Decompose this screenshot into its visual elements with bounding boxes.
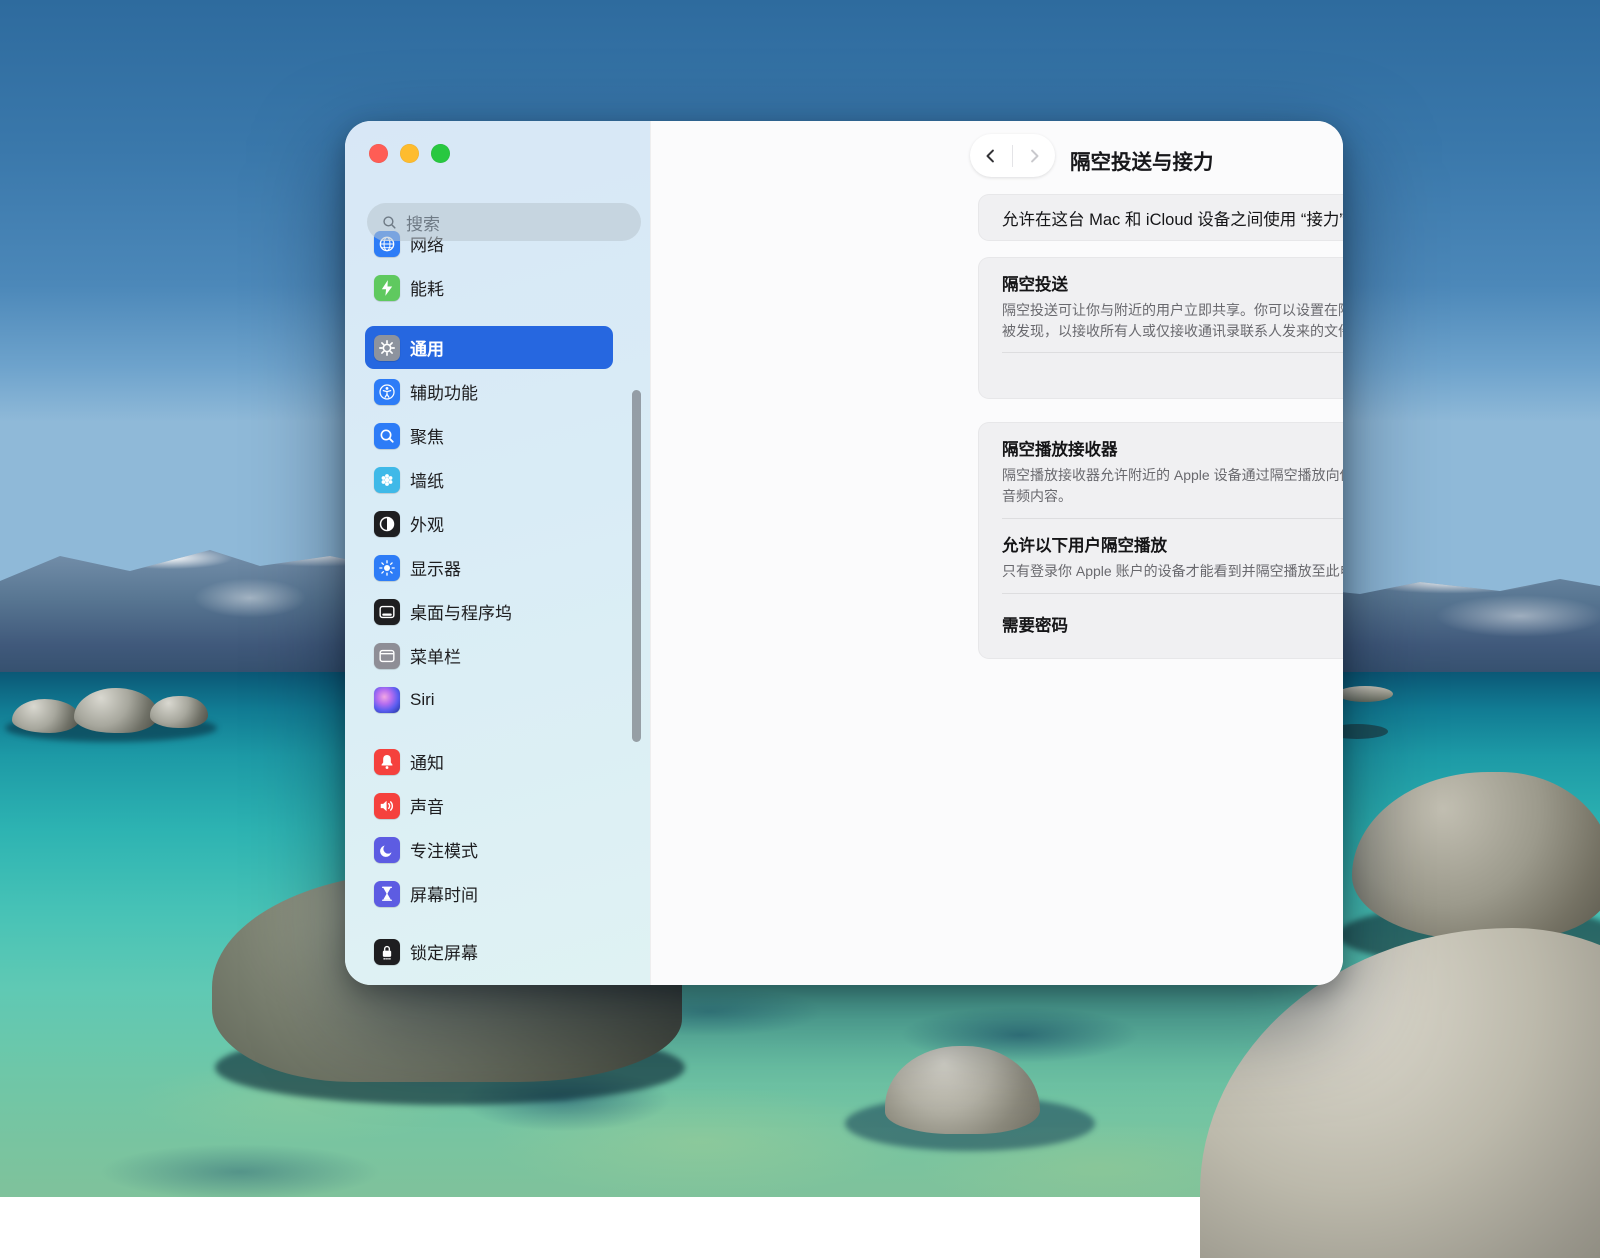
chevron-left-icon: [981, 146, 1001, 166]
airdrop-title: 隔空投送: [1002, 271, 1343, 295]
airplay-allow-description: 只有登录你 Apple 账户的设备才能看到并隔空播放至此电脑。: [1002, 561, 1343, 582]
sidebar-item-label: 通知: [410, 749, 444, 774]
sidebar-item-desktop-dock[interactable]: 桌面与程序坞: [365, 590, 613, 633]
sidebar-item-label: 墙纸: [410, 467, 444, 492]
menubar-icon: [374, 643, 400, 669]
sidebar-item-label: 专注模式: [410, 837, 478, 862]
close-button[interactable]: [369, 144, 388, 163]
rock: [74, 688, 158, 733]
airplay-card: 隔空播放接收器 隔空播放接收器允许附近的 Apple 设备通过隔空播放向你的 M…: [978, 422, 1343, 659]
password-title: 需要密码: [1002, 617, 1068, 635]
sidebar-item-menubar[interactable]: 菜单栏: [365, 634, 613, 677]
sidebar-item-spotlight[interactable]: 聚焦: [365, 414, 613, 457]
sidebar-item-label: 聚焦: [410, 423, 444, 448]
sidebar-item-general[interactable]: 通用: [365, 326, 613, 369]
gear-icon: [374, 335, 400, 361]
sidebar-item-focus[interactable]: 专注模式: [365, 828, 613, 871]
sidebar-item-label: 屏幕时间: [410, 881, 478, 906]
speaker-icon: [374, 793, 400, 819]
sidebar-item-accessibility[interactable]: 辅助功能: [365, 370, 613, 413]
sidebar-item-notifications[interactable]: 通知: [365, 740, 613, 783]
moon-icon: [374, 837, 400, 863]
system-settings-window: 网络能耗通用辅助功能聚焦墙纸外观显示器桌面与程序坞菜单栏Siri通知声音专注模式…: [345, 121, 1343, 985]
bell-icon: [374, 749, 400, 775]
bolt-icon: [374, 275, 400, 301]
main-content: 隔空投送与接力 允许在这台 Mac 和 iCloud 设备之间使用 “接力” 隔…: [650, 121, 1343, 985]
back-button[interactable]: [970, 134, 1012, 177]
airplay-allow-title: 允许以下用户隔空播放: [1002, 532, 1343, 556]
airplay-allow-row: 允许以下用户隔空播放 只有登录你 Apple 账户的设备才能看到并隔空播放至此电…: [979, 519, 1343, 593]
sidebar-item-appearance[interactable]: 外观: [365, 502, 613, 545]
sidebar-item-label: 锁定屏幕: [410, 939, 478, 964]
sidebar-scrollbar[interactable]: [632, 390, 641, 742]
sidebar-item-battery[interactable]: 能耗: [365, 266, 613, 309]
chevron-right-icon: [1024, 146, 1044, 166]
spotlight-icon: [374, 423, 400, 449]
sidebar-item-label: 外观: [410, 511, 444, 536]
sidebar-item-siri[interactable]: Siri: [365, 678, 613, 721]
sidebar-item-label: 菜单栏: [410, 643, 461, 668]
sidebar-item-wallpaper[interactable]: 墙纸: [365, 458, 613, 501]
sidebar-item-label: 能耗: [410, 275, 444, 300]
sidebar-item-label: 桌面与程序坞: [410, 599, 512, 624]
hourglass-icon: [374, 881, 400, 907]
password-row: 需要密码 设定…: [979, 594, 1343, 653]
sidebar-item-label: 辅助功能: [410, 379, 478, 404]
minimize-button[interactable]: [400, 144, 419, 163]
sidebar-item-label: Siri: [410, 690, 435, 710]
sidebar-item-lock-screen[interactable]: 锁定屏幕: [365, 930, 613, 973]
forward-button[interactable]: [1013, 134, 1055, 177]
sidebar-item-screen-time[interactable]: 屏幕时间: [365, 872, 613, 915]
handoff-card: 允许在这台 Mac 和 iCloud 设备之间使用 “接力”: [978, 194, 1343, 241]
appearance-icon: [374, 511, 400, 537]
wallpaper-icon: [374, 467, 400, 493]
rock: [1337, 686, 1393, 702]
airplay-receiver-row: 隔空播放接收器 隔空播放接收器允许附近的 Apple 设备通过隔空播放向你的 M…: [979, 423, 1343, 518]
lock-icon: [374, 939, 400, 965]
accessibility-icon: [374, 379, 400, 405]
divider: [1002, 352, 1343, 353]
sidebar: 网络能耗通用辅助功能聚焦墙纸外观显示器桌面与程序坞菜单栏Siri通知声音专注模式…: [345, 121, 650, 985]
handoff-label: 允许在这台 Mac 和 iCloud 设备之间使用 “接力”: [1002, 206, 1343, 230]
sidebar-item-sound[interactable]: 声音: [365, 784, 613, 827]
search-icon: [381, 214, 398, 231]
display-icon: [374, 555, 400, 581]
rock: [12, 699, 80, 733]
sidebar-item-displays[interactable]: 显示器: [365, 546, 613, 589]
page-title: 隔空投送与接力: [1070, 145, 1214, 175]
nav-capsule: [970, 134, 1055, 177]
airdrop-description: 隔空投送可让你与附近的用户立即共享。你可以设置在隔空投送中可被发现，以接收所有人…: [1002, 300, 1343, 342]
dock-icon: [374, 599, 400, 625]
airplay-receiver-title: 隔空播放接收器: [1002, 436, 1343, 460]
sidebar-item-label: 声音: [410, 793, 444, 818]
siri-icon: [374, 687, 400, 713]
search-placeholder: 搜索: [406, 210, 440, 235]
zoom-button[interactable]: [431, 144, 450, 163]
search-input[interactable]: 搜索: [367, 203, 641, 241]
sidebar-item-label: 通用: [410, 335, 444, 360]
rock: [150, 696, 208, 728]
sidebar-item-label: 显示器: [410, 555, 461, 580]
airdrop-card: 隔空投送 隔空投送可让你与附近的用户立即共享。你可以设置在隔空投送中可被发现，以…: [978, 257, 1343, 399]
airplay-receiver-description: 隔空播放接收器允许附近的 Apple 设备通过隔空播放向你的 Mac 发送视频和…: [1002, 465, 1343, 507]
